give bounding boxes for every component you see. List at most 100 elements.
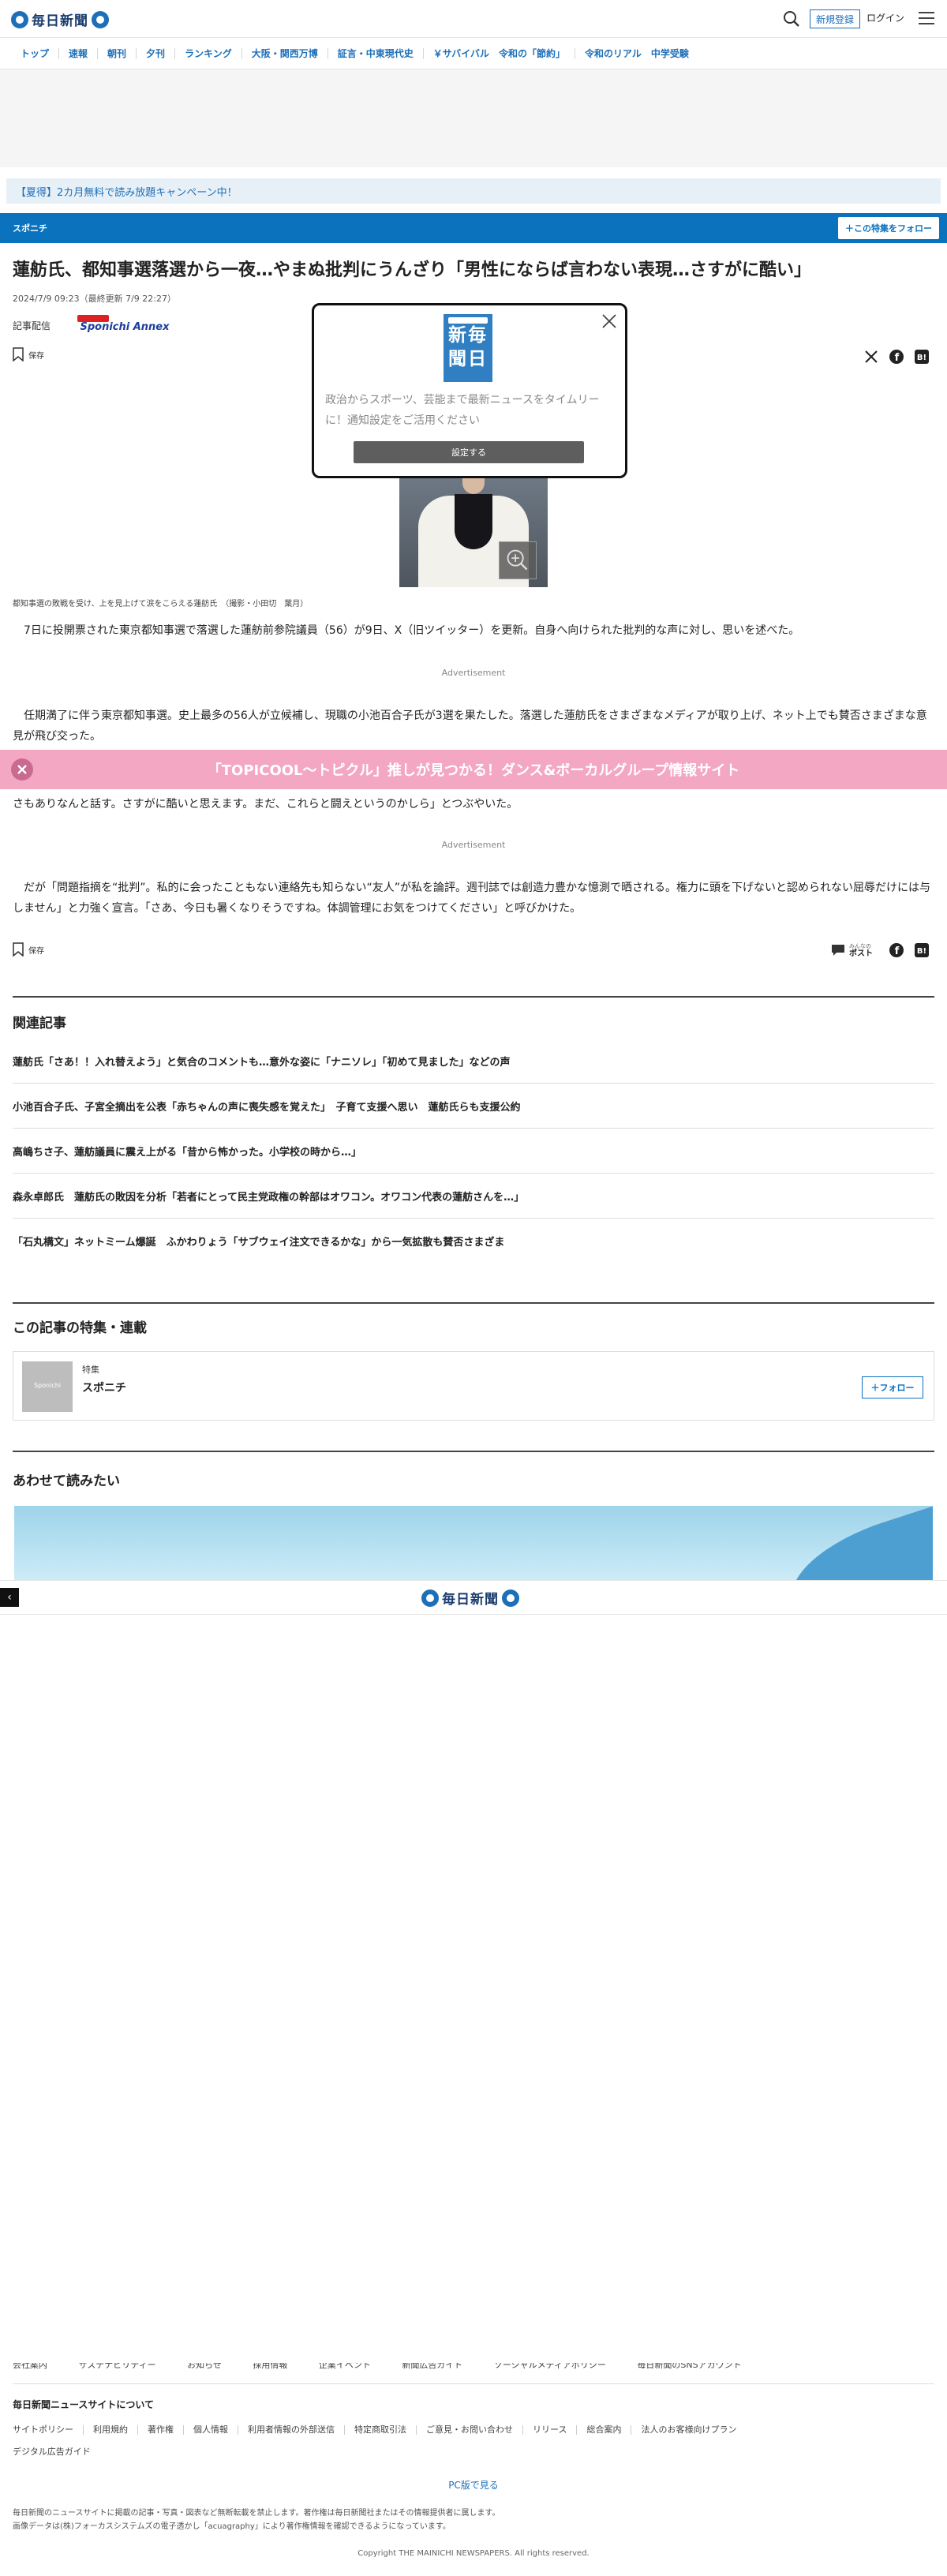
advertisement-label: Advertisement <box>441 668 506 678</box>
ad-slot-top <box>0 69 947 167</box>
bookmark-icon <box>13 347 24 361</box>
footer-link[interactable]: お知らせ <box>187 2363 222 2370</box>
facebook-share-icon[interactable]: f <box>889 349 904 365</box>
register-button[interactable]: 新規登録 <box>810 9 860 28</box>
footer-link[interactable]: サステナビリティー <box>79 2363 156 2370</box>
footer-link[interactable]: リリース <box>523 2425 578 2435</box>
post-label: ポスト <box>849 949 873 958</box>
related-title: 関連記事 <box>13 1016 66 1032</box>
footer-link[interactable]: 企業イベント <box>319 2363 371 2370</box>
footer-link[interactable]: 採用情報 <box>253 2363 287 2370</box>
back-arrow-icon[interactable]: ‹ <box>0 1588 19 1607</box>
section-divider <box>13 996 934 998</box>
footer-links-row: デジタル広告ガイド <box>13 2447 100 2457</box>
copyright: Copyright THE MAINICHI NEWSPAPERS. All r… <box>357 2549 590 2558</box>
article-headline: 蓮舫氏、都知事選落選から一夜…やまぬ批判にうんざり「男性にならば言わない表現…さ… <box>13 260 812 280</box>
section-divider <box>13 1451 934 1452</box>
footer-link[interactable]: 利用者情報の外部送信 <box>238 2425 345 2435</box>
footer-link[interactable]: 毎日新聞のSNSアカウント <box>637 2363 741 2370</box>
x-share-icon[interactable] <box>863 349 879 365</box>
related-article-link[interactable]: 小池百合子氏、子宮全摘出を公表「赤ちゃんの声に喪失感を覚えた」 子育て支援へ思い… <box>13 1084 934 1129</box>
hamburger-menu-icon[interactable] <box>917 9 936 27</box>
save-button-bottom[interactable]: 保存 <box>13 942 44 957</box>
follow-button[interactable]: ＋フォロー <box>862 1376 923 1398</box>
notice-line: 毎日新聞のニュースサイトに掲載の記事・写真・図表など無断転載を禁止します。著作権… <box>13 2509 500 2518</box>
sponichi-annex-logo[interactable]: Sponichi Annex <box>73 314 177 333</box>
save-label: 保存 <box>28 946 44 956</box>
pc-version-link[interactable]: PC版で見る <box>0 2478 947 2492</box>
series-bar <box>0 213 947 243</box>
facebook-share-icon[interactable]: f <box>889 942 904 958</box>
nav-item-expo[interactable]: 大阪・関西万博 <box>242 47 328 59</box>
nav-item-top[interactable]: トップ <box>11 47 60 59</box>
series-label[interactable]: スポニチ <box>13 222 47 234</box>
footer-link[interactable]: 法人のお客様向けプラン <box>631 2425 746 2435</box>
campaign-banner[interactable]: 【夏得】2カ月無料で読み放題キャンペーン中！ <box>6 178 941 204</box>
save-button-top[interactable]: 保存 <box>13 347 44 361</box>
footer-link[interactable]: 著作権 <box>138 2425 184 2435</box>
footer-link[interactable]: 利用規約 <box>84 2425 138 2435</box>
main-nav: トップ 速報 朝刊 夕刊 ランキング 大阪・関西万博 証言・中東現代史 ￥サバイ… <box>0 38 947 69</box>
footer-link[interactable]: サイトポリシー <box>13 2425 84 2435</box>
related-article-link[interactable]: 「石丸構文」ネットミーム爆誕 ふかわりょう「サブウェイ注文できるかな」から一気拡… <box>13 1219 934 1264</box>
feature-thumbnail-text: Sponichi <box>33 1382 62 1389</box>
nav-item-survival[interactable]: ￥サバイバル 令和の「節約」 <box>424 47 576 59</box>
nav-item-evening[interactable]: 夕刊 <box>137 47 176 59</box>
follow-series-button[interactable]: ＋この特集をフォロー <box>838 217 939 239</box>
nav-item-morning[interactable]: 朝刊 <box>98 47 137 59</box>
notification-settings-button[interactable]: 設定する <box>354 441 584 463</box>
hatena-bookmark-icon[interactable]: B! <box>914 349 930 365</box>
login-link[interactable]: ログイン <box>867 11 904 24</box>
footer-link[interactable]: デジタル広告ガイド <box>13 2447 100 2457</box>
footer-link[interactable]: ご意見・お問い合わせ <box>417 2425 523 2435</box>
logo-mark-icon <box>11 10 28 28</box>
footer-link[interactable]: ソーシャルメディアポリシー <box>494 2363 606 2370</box>
read-together-title: あわせて読みたい <box>13 1473 120 1489</box>
mainichi-logo[interactable]: 毎日新聞 <box>11 9 109 29</box>
modal-message: 政治からスポーツ、芸能まで最新ニュースをタイムリーに！通知設定をご活用ください <box>325 394 600 427</box>
logo-mark-icon <box>502 1589 519 1607</box>
nav-item-mideast[interactable]: 証言・中東現代史 <box>328 47 424 59</box>
feature-kind: 特集 <box>82 1365 99 1375</box>
footer-link[interactable]: 個人情報 <box>184 2425 238 2435</box>
footer-link[interactable]: 新聞広告ガイド <box>402 2363 462 2370</box>
source-label: 記事配信 <box>13 320 51 331</box>
nav-item-exam[interactable]: 令和のリアル 中学受験 <box>575 48 698 59</box>
article-paragraph: さもありなんと話す。さすがに酷いと思えます。まだ、これらと闘えというのかしら」と… <box>13 798 518 811</box>
related-article-link[interactable]: 蓮舫氏「さあ！！入れ替えよう」と気合のコメントも…意外な姿に「ナニソレ」「初めて… <box>13 1039 934 1084</box>
logo-text: 毎日新聞 <box>442 1592 499 1608</box>
logo-mark-icon <box>92 10 109 28</box>
search-icon[interactable] <box>783 10 800 28</box>
related-article-link[interactable]: 森永卓郎氏 蓮舫氏の敗因を分析「若者にとって民主党政権の幹部はオワコン。オワコン… <box>13 1174 934 1219</box>
nav-item-ranking[interactable]: ランキング <box>175 47 242 59</box>
site-header <box>0 0 947 38</box>
footer-link[interactable]: 特定商取引法 <box>345 2425 417 2435</box>
hatena-bookmark-icon[interactable]: B! <box>914 942 930 958</box>
article-datetime: 2024/7/9 09:23（最終更新 7/9 22:27） <box>13 294 176 304</box>
footer-link[interactable]: 総合案内 <box>577 2425 632 2435</box>
minna-no-post-button[interactable]: みんなの ポスト <box>830 942 873 958</box>
recommended-article-image[interactable] <box>14 1506 933 1580</box>
article-paragraph: だが「問題指摘を“批判”。私的に会ったこともない連絡先も知らない“友人”が私を論… <box>13 882 931 915</box>
footer-section-title: 毎日新聞ニュースサイトについて <box>13 2399 155 2410</box>
svg-text:f: f <box>895 945 900 957</box>
feature-name[interactable]: スポニチ <box>82 1380 126 1395</box>
close-icon[interactable] <box>598 310 620 332</box>
mainichi-app-logo: 新毎 聞日 <box>444 314 492 382</box>
footer-divider <box>13 2383 934 2384</box>
svg-text:f: f <box>895 352 900 364</box>
related-article-link[interactable]: 高嶋ちさ子、蓮舫議員に震え上がる「昔から怖かった。小学校の時から…」 <box>13 1129 934 1174</box>
bottom-logo[interactable]: 毎日新聞 <box>421 1588 519 1608</box>
feature-thumbnail: Sponichi <box>22 1361 73 1412</box>
logo-mark-icon <box>421 1589 439 1607</box>
photo-caption: 都知事選の敗戦を受け、上を見上げて涙をこらえる蓮舫氏 （撮影・小田切 葉月） <box>13 600 309 608</box>
nav-item-breaking[interactable]: 速報 <box>59 47 99 59</box>
footer-link[interactable]: 会社案内 <box>13 2363 47 2370</box>
bookmark-icon <box>13 942 24 957</box>
footer-links-cut: 会社案内 サステナビリティー お知らせ 採用情報 企業イベント 新聞広告ガイド … <box>13 2363 934 2372</box>
footer-links-row: サイトポリシー 利用規約 著作権 個人情報 利用者情報の外部送信 特定商取引法 … <box>13 2425 746 2435</box>
topicool-banner-text: 「TOPICOOL～トピクル」推しが見つかる！ダンス&ボーカルグループ情報サイト <box>207 762 740 779</box>
feature-card[interactable] <box>13 1351 934 1421</box>
zoom-icon[interactable] <box>499 541 537 579</box>
feature-section-title: この記事の特集・連載 <box>13 1320 147 1336</box>
